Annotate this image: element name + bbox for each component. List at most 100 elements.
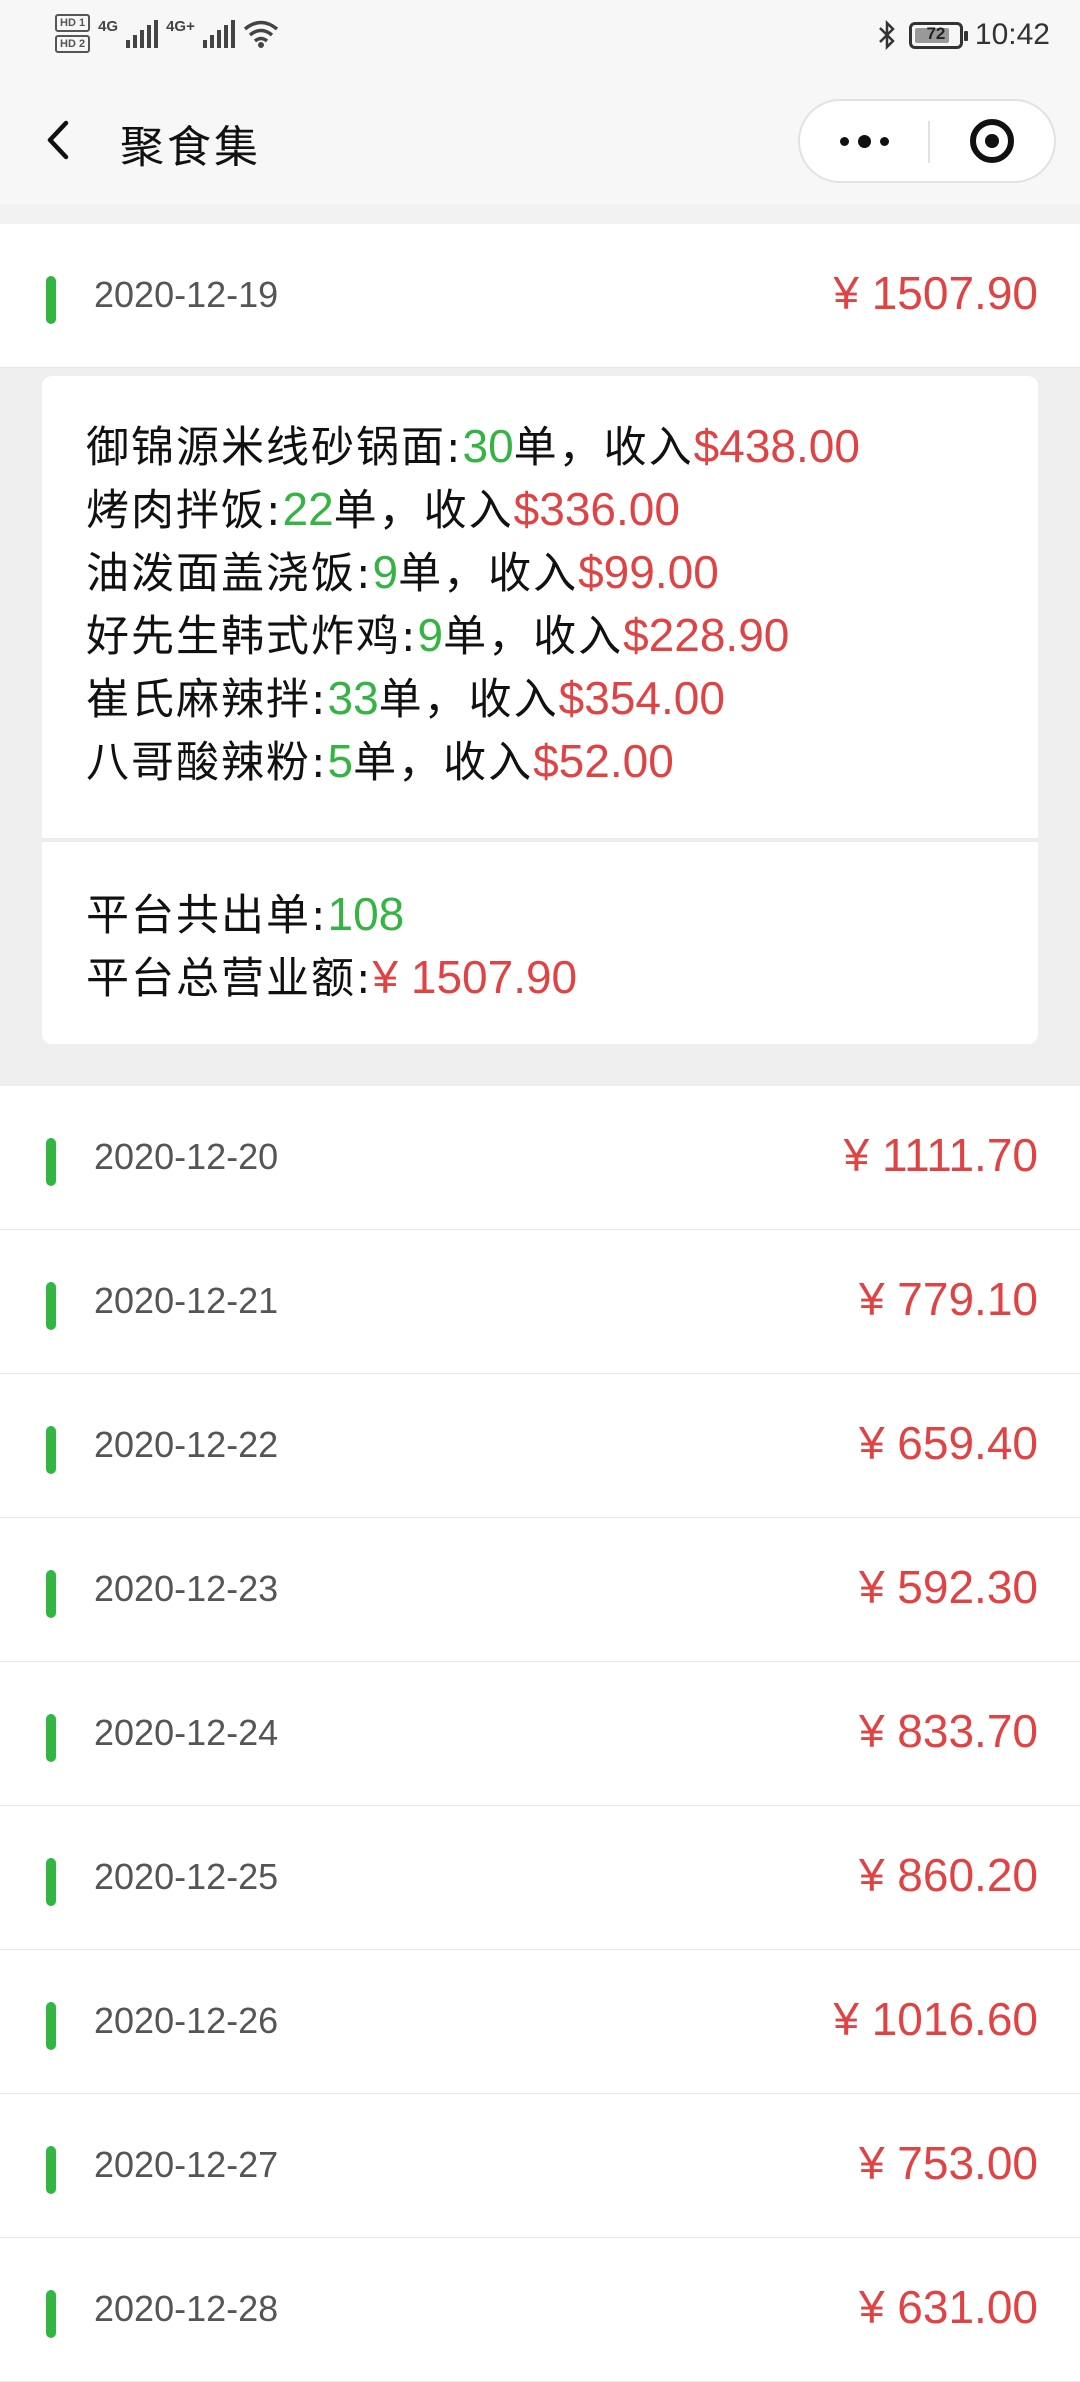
shop-line: 好先生韩式炸鸡:9单，收入$228.90 — [86, 605, 1038, 668]
day-marker — [46, 276, 56, 324]
day-marker — [46, 1426, 56, 1474]
shop-unit: 单，收入 — [398, 549, 579, 599]
battery-level: 72 — [926, 23, 946, 43]
clock: 10:42 — [974, 18, 1050, 51]
day-date: 2020-12-22 — [94, 1424, 279, 1465]
sim-indicators: HD 1 HD 2 — [55, 14, 91, 53]
shop-name: 烤肉拌饭: — [86, 486, 283, 536]
day-date: 2020-12-25 — [94, 1856, 279, 1897]
bluetooth-icon — [879, 19, 895, 51]
shop-unit: 单，收入 — [513, 423, 694, 473]
shop-line: 御锦源米线砂锅面:30单，收入$438.00 — [86, 416, 1038, 479]
day-row-2020-12-25[interactable]: 2020-12-25 ¥ 860.20 — [0, 1806, 1080, 1950]
day-amount: ¥ 1016.60 — [833, 1993, 1038, 2045]
network-type-2: 4G+ — [166, 18, 195, 35]
day-date: 2020-12-21 — [94, 1280, 279, 1321]
shop-line: 烤肉拌饭:22单，收入$336.00 — [86, 479, 1038, 542]
status-bar: HD 1 HD 2 4G 4G+ 72 10:42 — [0, 0, 1080, 75]
shop-unit: 单，收入 — [378, 675, 559, 725]
network-type-1: 4G — [98, 18, 119, 35]
shop-orders: 5 — [327, 735, 354, 787]
day-row-2020-12-20[interactable]: 2020-12-20 ¥ 1111.70 — [0, 1086, 1080, 1230]
shop-line: 崔氏麻辣拌:33单，收入$354.00 — [86, 668, 1038, 731]
more-icon[interactable] — [800, 101, 928, 181]
platform-summary: 平台共出单:108 平台总营业额:¥ 1507.90 — [42, 842, 1038, 1044]
day-detail: 御锦源米线砂锅面:30单，收入$438.00 烤肉拌饭:22单，收入$336.0… — [0, 368, 1080, 1086]
day-marker — [46, 1714, 56, 1762]
signal-icon — [126, 19, 159, 48]
total-revenue-value: ¥ 1507.90 — [372, 951, 578, 1003]
back-icon[interactable] — [40, 117, 80, 163]
day-amount: ¥ 860.20 — [858, 1849, 1038, 1901]
total-orders-value: 108 — [327, 888, 405, 940]
day-date: 2020-12-26 — [94, 2000, 279, 2041]
shop-orders: 22 — [282, 483, 334, 535]
hd2-badge: HD 2 — [55, 35, 91, 53]
total-revenue-line: 平台总营业额:¥ 1507.90 — [86, 947, 1038, 1010]
shop-line: 八哥酸辣粉:5单，收入$52.00 — [86, 731, 1038, 794]
day-amount: ¥ 631.00 — [858, 2281, 1038, 2333]
shop-revenue: $52.00 — [533, 735, 674, 787]
shop-line: 油泼面盖浇饭:9单，收入$99.00 — [86, 542, 1038, 605]
day-marker — [46, 1570, 56, 1618]
hd1-badge: HD 1 — [55, 14, 91, 32]
shop-name: 御锦源米线砂锅面: — [86, 423, 463, 473]
day-row-2020-12-26[interactable]: 2020-12-26 ¥ 1016.60 — [0, 1950, 1080, 2094]
shop-name: 好先生韩式炸鸡: — [86, 612, 418, 662]
day-amount: ¥ 592.30 — [858, 1561, 1038, 1613]
shop-revenue: $336.00 — [513, 483, 680, 535]
shop-revenue: $354.00 — [558, 672, 725, 724]
status-right: 72 10:42 — [877, 18, 1050, 52]
day-row-2020-12-22[interactable]: 2020-12-22 ¥ 659.40 — [0, 1374, 1080, 1518]
day-row-2020-12-24[interactable]: 2020-12-24 ¥ 833.70 — [0, 1662, 1080, 1806]
shop-name: 崔氏麻辣拌: — [86, 675, 328, 725]
total-orders-line: 平台共出单:108 — [86, 884, 1038, 947]
shop-revenue: $228.90 — [623, 609, 790, 661]
day-date: 2020-12-23 — [94, 1568, 279, 1609]
shop-orders: 33 — [327, 672, 379, 724]
day-amount: ¥ 1507.90 — [833, 267, 1038, 319]
day-amount: ¥ 1111.70 — [843, 1129, 1038, 1181]
list-top-gap — [0, 204, 1080, 224]
day-marker — [46, 1138, 56, 1186]
wifi-icon — [243, 20, 278, 48]
day-amount: ¥ 753.00 — [858, 2137, 1038, 2189]
shop-breakdown: 御锦源米线砂锅面:30单，收入$438.00 烤肉拌饭:22单，收入$336.0… — [42, 376, 1038, 842]
day-row-2020-12-19[interactable]: 2020-12-19 ¥ 1507.90 — [0, 224, 1080, 368]
day-date: 2020-12-27 — [94, 2144, 279, 2185]
day-amount: ¥ 779.10 — [858, 1273, 1038, 1325]
day-marker — [46, 1282, 56, 1330]
shop-name: 油泼面盖浇饭: — [86, 549, 373, 599]
shop-orders: 9 — [417, 609, 444, 661]
shop-unit: 单，收入 — [353, 738, 534, 788]
day-marker — [46, 1858, 56, 1906]
day-row-2020-12-21[interactable]: 2020-12-21 ¥ 779.10 — [0, 1230, 1080, 1374]
daily-list: 2020-12-19 ¥ 1507.90 御锦源米线砂锅面:30单，收入$438… — [0, 204, 1080, 2382]
day-date: 2020-12-24 — [94, 1712, 279, 1753]
detail-card: 御锦源米线砂锅面:30单，收入$438.00 烤肉拌饭:22单，收入$336.0… — [42, 376, 1038, 1044]
nav-bar: 聚食集 — [0, 75, 1080, 204]
shop-unit: 单，收入 — [443, 612, 624, 662]
day-marker — [46, 2290, 56, 2338]
battery-icon: 72 — [908, 21, 968, 49]
day-marker — [46, 2002, 56, 2050]
close-miniprogram-icon[interactable] — [930, 101, 1054, 181]
day-amount: ¥ 659.40 — [858, 1417, 1038, 1469]
day-row-2020-12-28[interactable]: 2020-12-28 ¥ 631.00 — [0, 2238, 1080, 2382]
day-row-2020-12-27[interactable]: 2020-12-27 ¥ 753.00 — [0, 2094, 1080, 2238]
total-revenue-label: 平台总营业额: — [86, 954, 373, 1004]
day-row-2020-12-23[interactable]: 2020-12-23 ¥ 592.30 — [0, 1518, 1080, 1662]
shop-orders: 30 — [462, 420, 514, 472]
day-amount: ¥ 833.70 — [858, 1705, 1038, 1757]
status-left: HD 1 HD 2 4G 4G+ — [55, 14, 279, 53]
shop-orders: 9 — [372, 546, 399, 598]
shop-name: 八哥酸辣粉: — [86, 738, 328, 788]
miniprogram-capsule — [798, 99, 1056, 183]
day-date: 2020-12-28 — [94, 2288, 279, 2329]
day-marker — [46, 2146, 56, 2194]
page-title: 聚食集 — [120, 122, 261, 173]
day-date: 2020-12-20 — [94, 1136, 279, 1177]
signal-icon — [202, 19, 235, 48]
shop-revenue: $438.00 — [693, 420, 860, 472]
shop-revenue: $99.00 — [578, 546, 719, 598]
